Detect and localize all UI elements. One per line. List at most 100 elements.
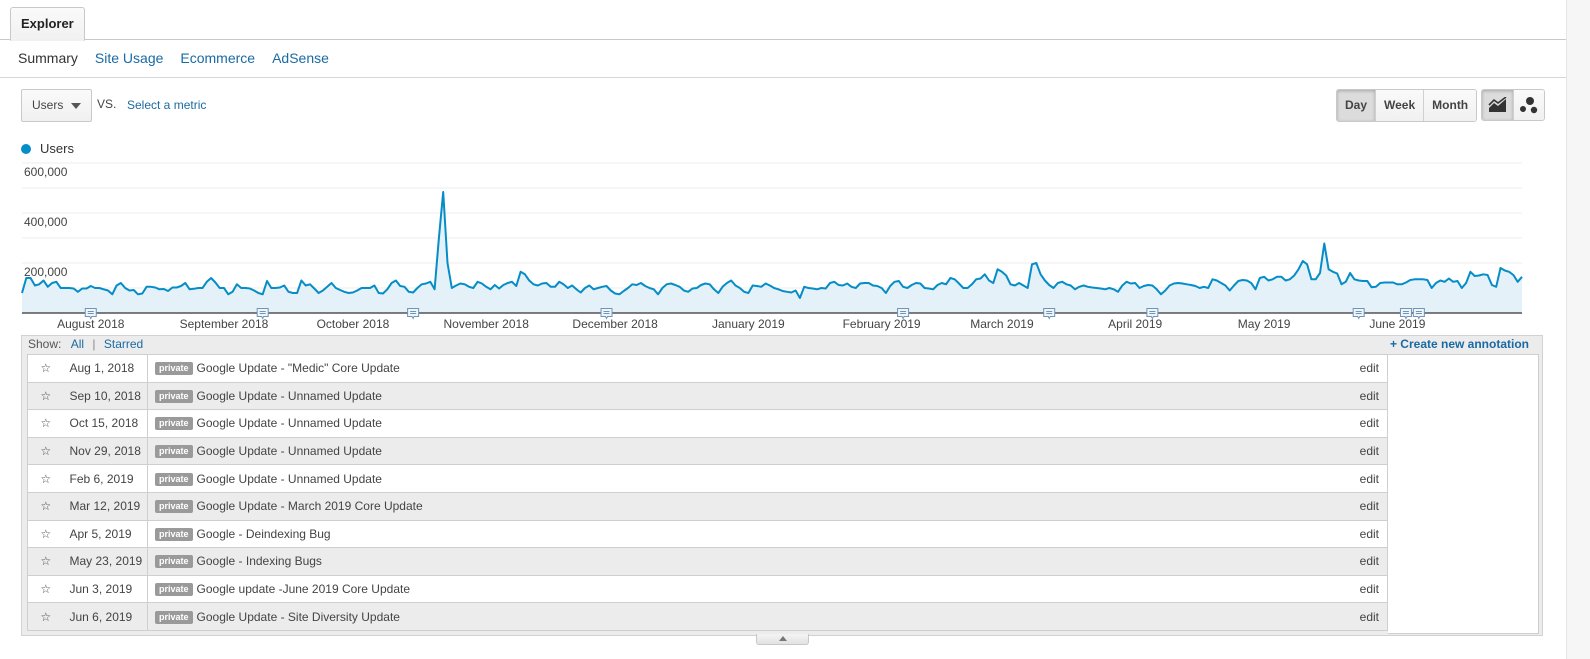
annotation-note: private Google - Indexing Bugs bbox=[148, 548, 1348, 576]
annotation-marker-icon[interactable] bbox=[600, 308, 613, 320]
annotation-date: Nov 29, 2018 bbox=[63, 437, 148, 465]
edit-annotation-link[interactable]: edit bbox=[1348, 437, 1388, 465]
star-icon[interactable]: ☆ bbox=[28, 437, 64, 465]
filter-starred-link[interactable]: Starred bbox=[104, 337, 143, 351]
annotation-row[interactable]: ☆ Sep 10, 2018 private Google Update - Unna… bbox=[27, 382, 1388, 410]
edit-annotation-link[interactable]: edit bbox=[1348, 575, 1388, 603]
private-badge: private bbox=[155, 583, 193, 597]
period-week-button[interactable]: Week bbox=[1375, 90, 1424, 121]
annotation-note: private Google Update - Unnamed Update bbox=[148, 465, 1348, 493]
star-icon[interactable]: ☆ bbox=[28, 492, 64, 520]
series-area bbox=[22, 192, 1522, 313]
annotation-marker-icon[interactable] bbox=[1043, 308, 1056, 320]
star-icon[interactable]: ☆ bbox=[28, 520, 64, 548]
chart-legend: Users bbox=[21, 141, 74, 156]
private-badge: private bbox=[155, 555, 193, 569]
metric-dropdown[interactable]: Users bbox=[21, 89, 92, 122]
edit-annotation-link[interactable]: edit bbox=[1348, 465, 1388, 493]
annotation-marker-icon[interactable] bbox=[1352, 308, 1365, 320]
annotation-marker-icon[interactable] bbox=[1146, 308, 1159, 320]
annotations-table: ☆ Aug 1, 2018 private Google Update - "Medi… bbox=[27, 354, 1388, 631]
star-icon[interactable]: ☆ bbox=[28, 465, 64, 493]
star-icon[interactable]: ☆ bbox=[28, 548, 64, 576]
y-tick-label: 200,000 bbox=[24, 265, 68, 279]
annotation-marker-icon[interactable] bbox=[897, 308, 910, 320]
subnav-site-usage[interactable]: Site Usage bbox=[95, 50, 163, 66]
annotation-date: Oct 15, 2018 bbox=[63, 409, 148, 438]
annotation-row[interactable]: ☆ Nov 29, 2018 private Google Update - Unna… bbox=[27, 437, 1388, 465]
annotation-date: Jun 6, 2019 bbox=[63, 602, 148, 631]
x-tick-label: February 2019 bbox=[843, 317, 921, 331]
annotation-row[interactable]: ☆ Apr 5, 2019 private Google - Deindexing B… bbox=[27, 520, 1388, 548]
x-tick-label: January 2019 bbox=[712, 317, 785, 331]
annotation-row[interactable]: ☆ Oct 15, 2018 private Google Update - Unna… bbox=[27, 409, 1388, 438]
motion-chart-button[interactable] bbox=[1513, 90, 1544, 120]
annotation-date: Feb 6, 2019 bbox=[63, 464, 148, 493]
private-badge: private bbox=[155, 389, 193, 403]
annotation-marker-icon[interactable] bbox=[407, 308, 420, 320]
edit-annotation-link[interactable]: edit bbox=[1348, 382, 1388, 410]
period-day-button[interactable]: Day bbox=[1337, 90, 1376, 121]
users-line-chart[interactable]: 600,000400,000200,000August 2018 Septembe… bbox=[0, 155, 1566, 335]
annotation-marker-icon[interactable] bbox=[84, 308, 97, 320]
subnav-adsense[interactable]: AdSense bbox=[272, 50, 329, 66]
annotation-text: Google Update - "Medic" Core Update bbox=[196, 361, 400, 376]
annotation-text: Google Update - Unnamed Update bbox=[196, 471, 382, 486]
private-badge: private bbox=[155, 445, 193, 459]
star-icon[interactable]: ☆ bbox=[28, 603, 64, 631]
annotation-row[interactable]: ☆ Jun 3, 2019 private Google update -June 2… bbox=[27, 575, 1388, 603]
private-badge: private bbox=[155, 527, 193, 541]
filter-all-link[interactable]: All bbox=[71, 337, 84, 351]
subnav-ecommerce[interactable]: Ecommerce bbox=[180, 50, 255, 66]
star-icon[interactable]: ☆ bbox=[28, 575, 64, 603]
subnav-summary[interactable]: Summary bbox=[18, 50, 78, 66]
star-icon[interactable]: ☆ bbox=[28, 382, 64, 410]
chevron-down-icon bbox=[71, 103, 81, 109]
annotation-date: Aug 1, 2018 bbox=[63, 354, 148, 383]
chart-type-toggle bbox=[1481, 89, 1545, 121]
period-toggle: Day Week Month bbox=[1336, 89, 1478, 122]
star-icon[interactable]: ☆ bbox=[28, 355, 64, 383]
legend-dot-icon bbox=[21, 143, 31, 154]
annotation-text: Google Update - March 2019 Core Update bbox=[196, 499, 423, 514]
edit-annotation-link[interactable]: edit bbox=[1348, 548, 1388, 576]
annotation-date: Sep 10, 2018 bbox=[63, 382, 148, 410]
edit-annotation-link[interactable]: edit bbox=[1348, 410, 1388, 438]
motion-chart-icon bbox=[1520, 97, 1538, 114]
tab-explorer[interactable]: Explorer bbox=[10, 7, 85, 41]
filter-separator: | bbox=[92, 337, 96, 351]
annotation-marker-icon[interactable] bbox=[1412, 308, 1425, 320]
annotation-note: private Google Update - Unnamed Update bbox=[148, 382, 1348, 410]
annotation-row[interactable]: ☆ May 23, 2019 private Google - Indexing Bu… bbox=[27, 547, 1388, 576]
annotation-text: Google Update - Unnamed Update bbox=[196, 416, 382, 431]
annotation-row[interactable]: ☆ Mar 12, 2019 private Google Update - Marc… bbox=[27, 492, 1388, 521]
annotation-side-panel bbox=[1388, 354, 1539, 634]
period-month-button[interactable]: Month bbox=[1423, 90, 1477, 121]
edit-annotation-link[interactable]: edit bbox=[1348, 355, 1388, 383]
edit-annotation-link[interactable]: edit bbox=[1348, 520, 1388, 548]
annotation-text: Google Update - Unnamed Update bbox=[196, 444, 382, 459]
annotation-marker-icon[interactable] bbox=[256, 308, 269, 320]
annotation-note: private Google Update - "Medic" Core Upda… bbox=[148, 355, 1348, 383]
create-annotation-link[interactable]: + Create new annotation bbox=[1390, 337, 1529, 351]
x-tick-label: November 2018 bbox=[443, 317, 529, 331]
collapse-annotations-button[interactable] bbox=[756, 634, 809, 645]
annotation-note: private Google update -June 2019 Core Upd… bbox=[148, 575, 1348, 603]
annotation-text: Google update -June 2019 Core Update bbox=[196, 582, 411, 597]
scrollbar[interactable] bbox=[1566, 0, 1590, 659]
line-chart-button[interactable] bbox=[1482, 90, 1513, 120]
star-icon[interactable]: ☆ bbox=[28, 410, 64, 438]
annotation-row[interactable]: ☆ Aug 1, 2018 private Google Update - "Medi… bbox=[27, 354, 1388, 383]
chevron-up-icon bbox=[779, 636, 787, 641]
vs-label: VS. bbox=[97, 97, 117, 111]
metric-dropdown-value: Users bbox=[32, 98, 64, 112]
x-tick-label: September 2018 bbox=[180, 317, 269, 331]
annotation-note: private Google Update - Site Diversity Up… bbox=[148, 603, 1348, 631]
annotation-marker-icon[interactable] bbox=[1399, 308, 1412, 320]
edit-annotation-link[interactable]: edit bbox=[1348, 603, 1388, 631]
annotation-row[interactable]: ☆ Feb 6, 2019 private Google Update - Unnam… bbox=[27, 464, 1388, 493]
edit-annotation-link[interactable]: edit bbox=[1348, 492, 1388, 520]
annotation-row[interactable]: ☆ Jun 6, 2019 private Google Update - Site … bbox=[27, 602, 1388, 631]
select-metric-link[interactable]: Select a metric bbox=[127, 98, 206, 112]
x-tick-label: May 2019 bbox=[1238, 317, 1291, 331]
